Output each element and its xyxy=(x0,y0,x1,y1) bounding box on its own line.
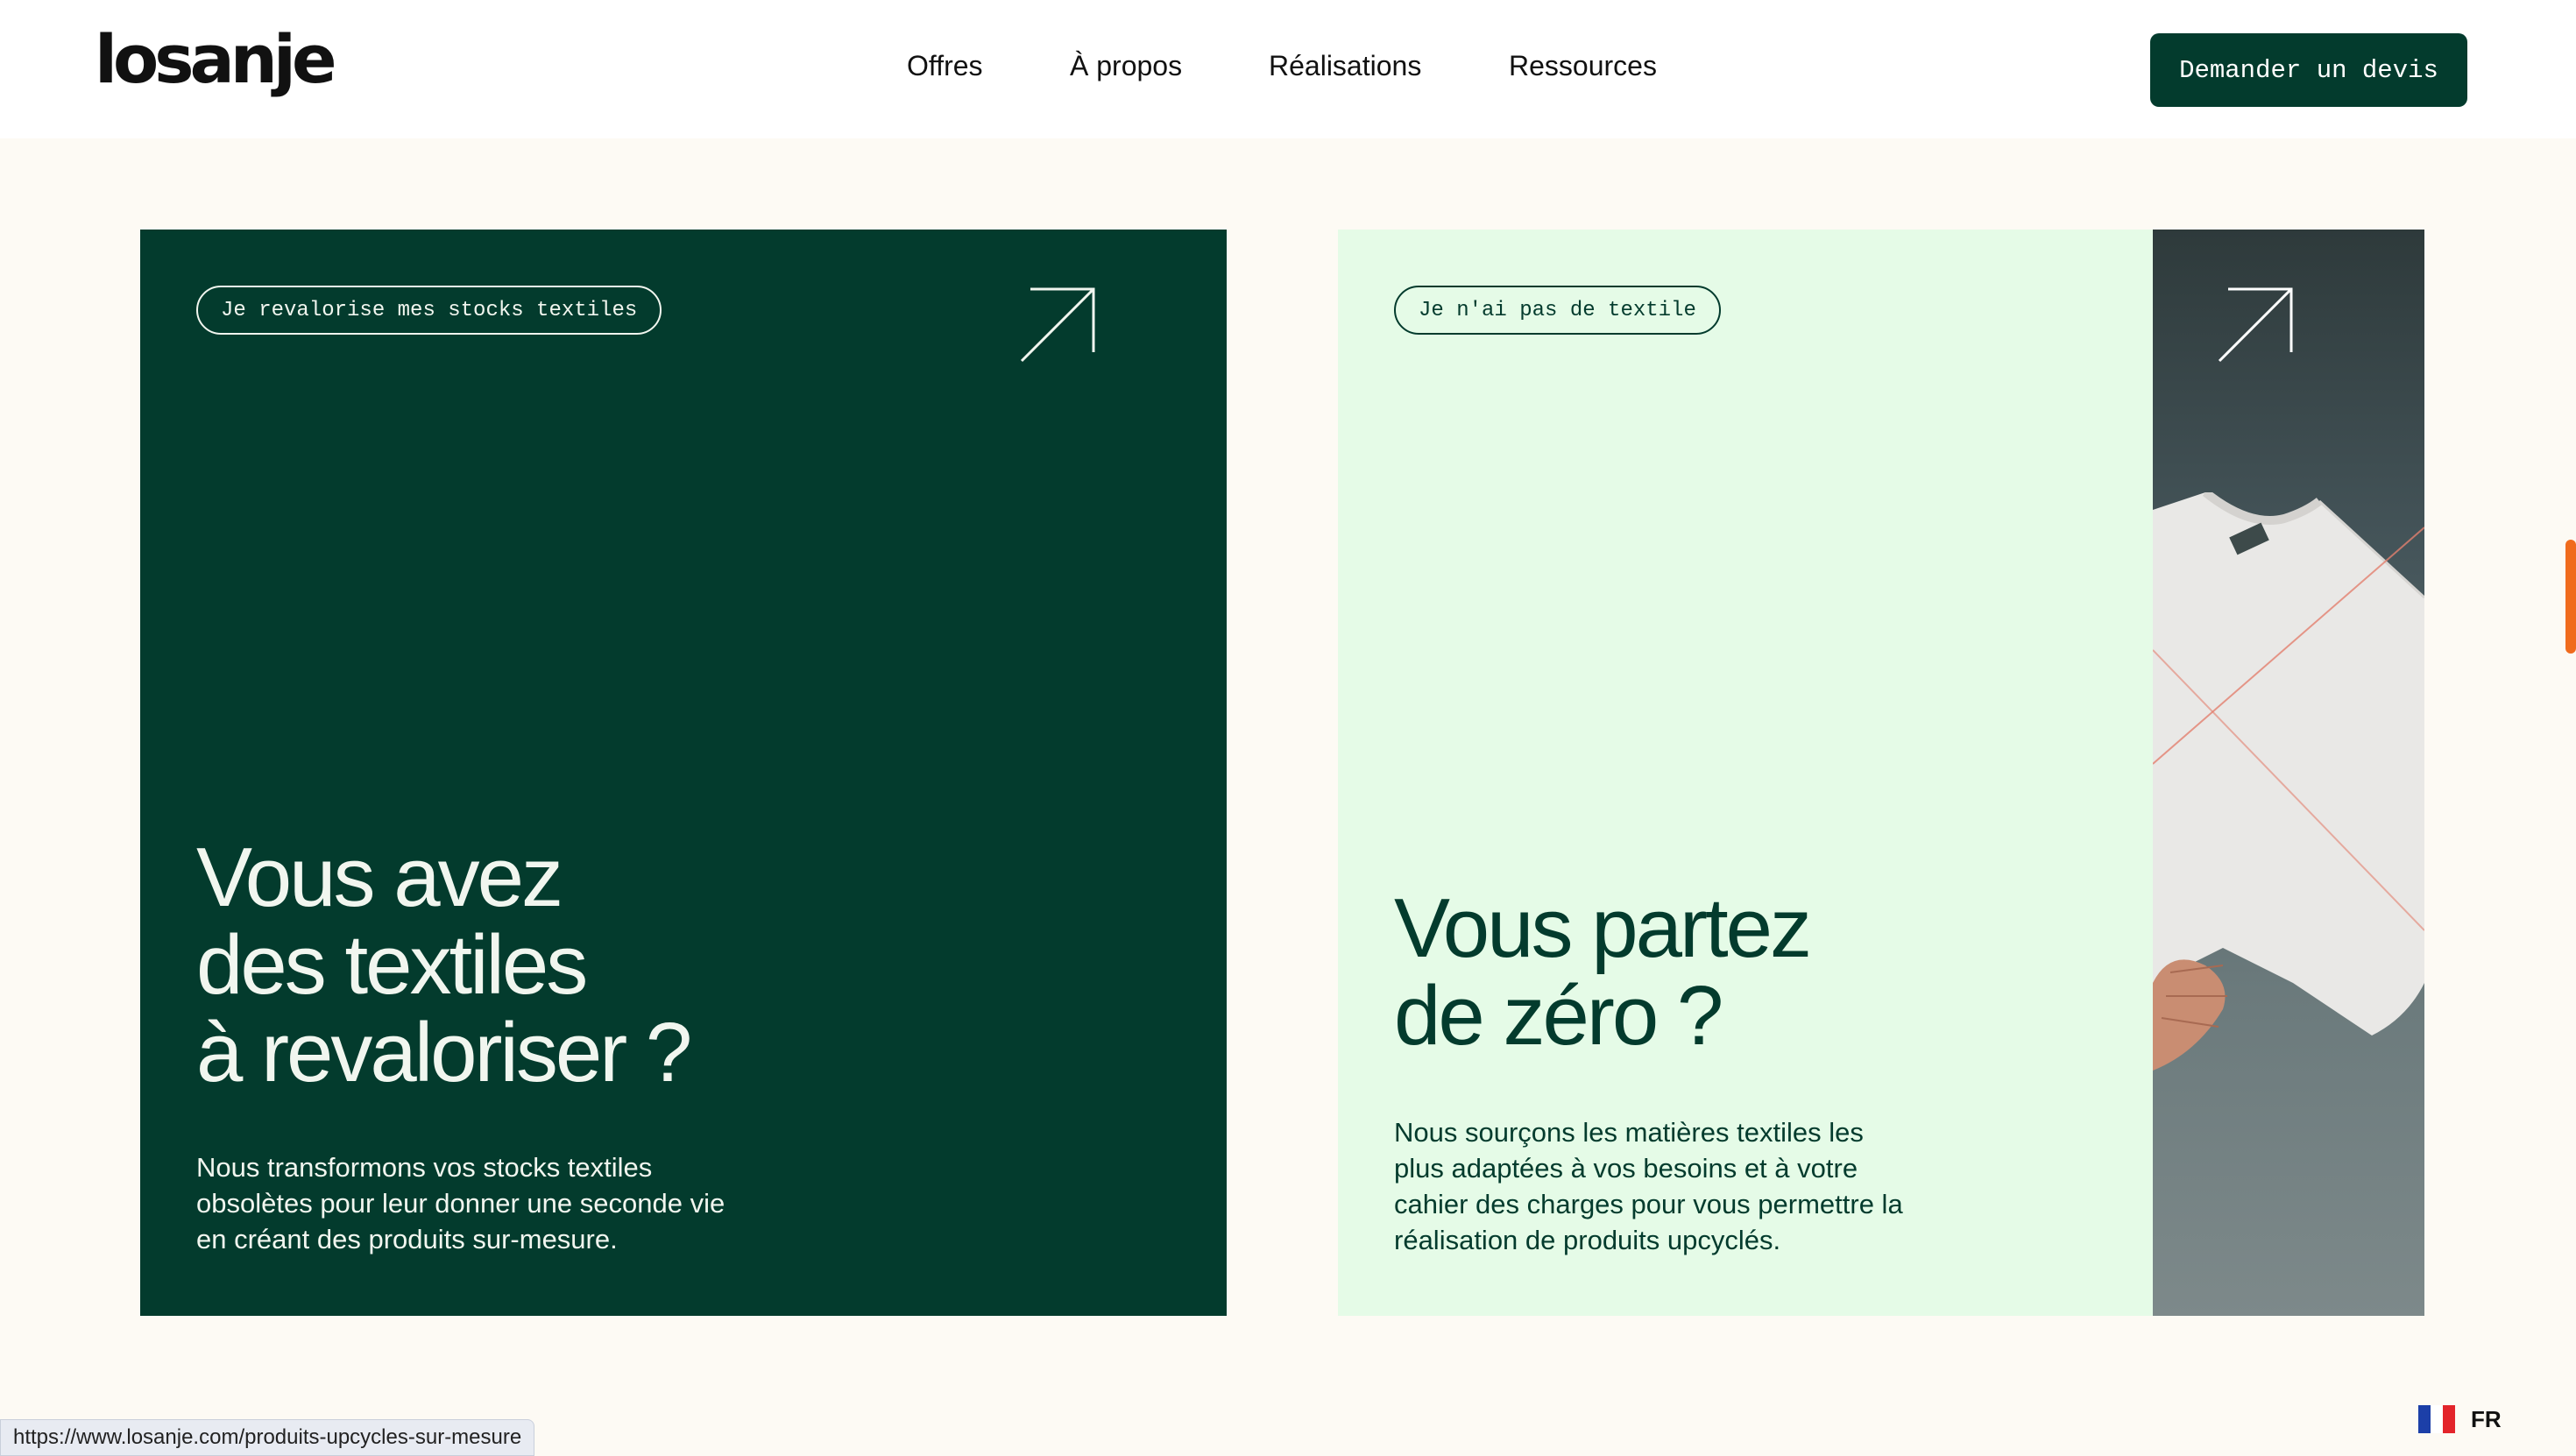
card-description: Nous transformons vos stocks textiles ob… xyxy=(196,1149,775,1257)
description-line: Nous sourçons les matières textiles les xyxy=(1394,1117,1864,1148)
description-line: cahier des charges pour vous permettre l… xyxy=(1394,1189,1903,1219)
card-tag: Je n'ai pas de textile xyxy=(1394,286,1721,335)
nav-item-realisations[interactable]: Réalisations xyxy=(1269,49,1421,82)
headline-line: de zéro ? xyxy=(1394,969,1723,1063)
site-header: losanje Offres À propos Réalisations Res… xyxy=(0,0,2576,138)
arrow-up-right-icon[interactable] xyxy=(2216,286,2295,364)
tshirt-photo xyxy=(2153,230,2424,1316)
site-logo[interactable]: losanje xyxy=(95,26,336,93)
description-line: plus adaptées à vos besoins et à votre xyxy=(1394,1153,1858,1184)
language-switcher[interactable]: FR xyxy=(2418,1405,2502,1433)
tshirt-image xyxy=(2153,492,2424,1071)
description-line: réalisation de produits upcyclés. xyxy=(1394,1225,1781,1255)
nav-item-ressources[interactable]: Ressources xyxy=(1509,49,1657,82)
scrollbar-thumb[interactable] xyxy=(2565,540,2576,654)
card-description: Nous sourçons les matières textiles les … xyxy=(1394,1114,1955,1258)
card-headline: Vous avez des textiles à revaloriser ? xyxy=(196,834,985,1097)
card-tag: Je revalorise mes stocks textiles xyxy=(196,286,662,335)
description-line: Nous transformons vos stocks textiles xyxy=(196,1152,653,1183)
revalorise-card[interactable]: Je revalorise mes stocks textiles Vous a… xyxy=(140,230,1227,1316)
headline-line: des textiles xyxy=(196,918,588,1012)
arrow-up-right-icon[interactable] xyxy=(1018,286,1097,364)
headline-line: Vous partez xyxy=(1394,881,1812,975)
nav-item-offres[interactable]: Offres xyxy=(907,49,983,82)
card-headline: Vous partez de zéro ? xyxy=(1394,885,2095,1060)
language-label: FR xyxy=(2471,1405,2502,1432)
link-preview-url: https://www.losanje.com/produits-upcycle… xyxy=(0,1419,535,1456)
description-line: obsolètes pour leur donner une seconde v… xyxy=(196,1188,725,1219)
france-flag-icon xyxy=(2418,1405,2455,1433)
request-quote-button[interactable]: Demander un devis xyxy=(2150,33,2467,107)
headline-line: Vous avez xyxy=(196,830,563,924)
partir-de-zero-card[interactable]: Je n'ai pas de textile Vous partez de zé… xyxy=(1338,230,2424,1316)
headline-line: à revaloriser ? xyxy=(196,1006,692,1099)
page: losanje Offres À propos Réalisations Res… xyxy=(0,0,2576,1456)
description-line: en créant des produits sur-mesure. xyxy=(196,1224,618,1255)
nav-item-a-propos[interactable]: À propos xyxy=(1070,49,1182,82)
